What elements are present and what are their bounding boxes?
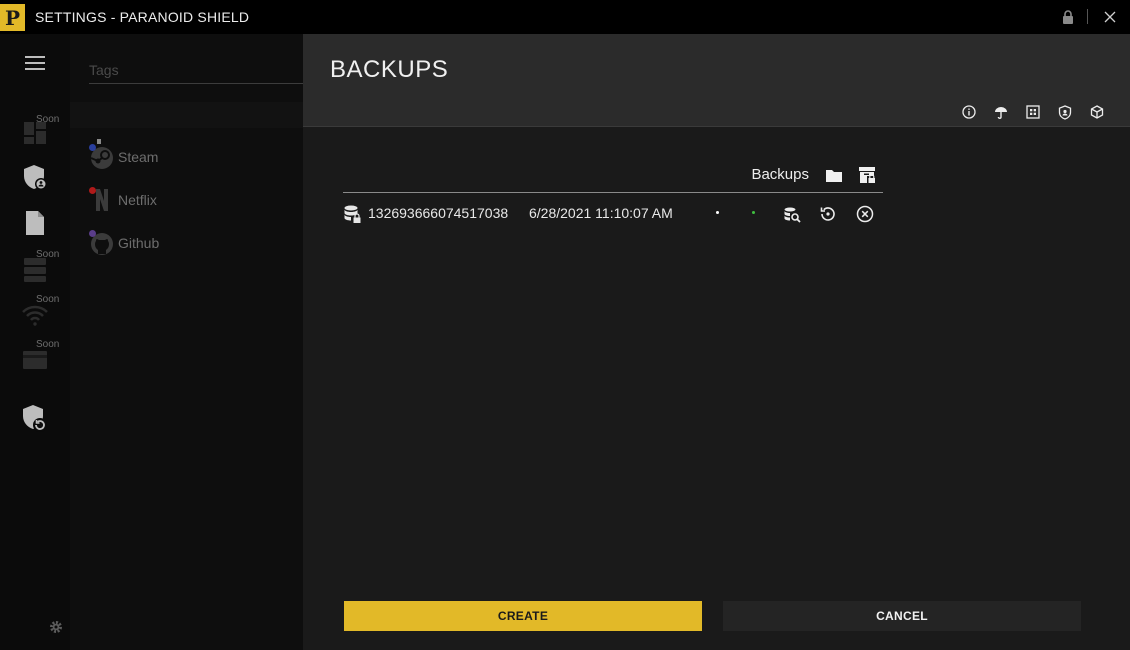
status-dot [752, 211, 755, 214]
logo-letter: P [4, 5, 21, 30]
shield-user-icon[interactable] [18, 161, 52, 195]
tag-label: Github [118, 235, 160, 251]
shield-badge-icon[interactable] [1056, 103, 1074, 121]
database-lock-icon [343, 204, 363, 224]
restore-icon[interactable] [817, 203, 839, 225]
tag-color-dot [89, 230, 96, 237]
tag-item-netflix[interactable]: Netflix [89, 185, 289, 215]
nav-rail: Soon Soon Soon Soon [0, 34, 70, 650]
soon-badge: Soon [36, 249, 60, 260]
backup-date: 6/28/2021 11:10:07 AM [529, 205, 673, 221]
netflix-icon [89, 187, 115, 213]
tag-filter-bar [70, 102, 303, 128]
tag-color-dot [89, 187, 96, 194]
pin-icon [97, 139, 101, 144]
tag-item-steam[interactable]: Steam [89, 139, 289, 172]
gear-icon[interactable] [47, 618, 65, 636]
soon-badge: Soon [36, 114, 60, 125]
delete-backup-icon[interactable] [854, 203, 876, 225]
window-title: SETTINGS - PARANOID SHIELD [35, 9, 250, 25]
status-dot [716, 211, 719, 214]
inspect-backup-icon[interactable] [781, 203, 803, 225]
backup-id: 132693666074517038 [368, 205, 509, 221]
steam-icon [89, 139, 115, 170]
soon-badge: Soon [36, 339, 60, 350]
create-button[interactable]: CREATE [344, 601, 702, 631]
title-bar: P SETTINGS - PARANOID SHIELD [0, 0, 1130, 34]
title-separator [1087, 9, 1088, 24]
section-label: Backups [751, 166, 809, 183]
shield-refresh-icon[interactable] [18, 402, 52, 436]
umbrella-icon[interactable] [992, 103, 1010, 121]
tag-list-panel: Tags Steam Netflix Github [70, 34, 303, 650]
cube-icon[interactable] [1088, 103, 1106, 121]
document-icon[interactable] [18, 206, 52, 240]
backups-section-header: Backups [343, 158, 883, 193]
folder-icon[interactable] [824, 165, 844, 185]
settings-header: BACKUPS [303, 34, 1130, 127]
info-icon[interactable] [960, 103, 978, 121]
app-logo: P [0, 4, 25, 31]
tags-search-input[interactable]: Tags [89, 59, 303, 84]
cancel-button[interactable]: CANCEL [723, 601, 1081, 631]
settings-panel: BACKUPS Backups 132693666074517038 6/28/… [303, 34, 1130, 650]
menu-icon[interactable] [18, 46, 52, 80]
tag-item-github[interactable]: Github [89, 228, 289, 258]
page-title: BACKUPS [330, 56, 449, 83]
soon-badge: Soon [36, 294, 60, 305]
tag-label: Netflix [118, 192, 157, 208]
archive-lock-icon[interactable] [857, 165, 877, 185]
tag-label: Steam [118, 149, 159, 165]
tag-color-dot [89, 144, 96, 151]
backup-row[interactable]: 132693666074517038 6/28/2021 11:10:07 AM [343, 200, 883, 226]
github-icon [89, 230, 115, 256]
close-icon[interactable] [1101, 8, 1119, 26]
qr-icon[interactable] [1024, 103, 1042, 121]
lock-icon[interactable] [1059, 8, 1077, 26]
